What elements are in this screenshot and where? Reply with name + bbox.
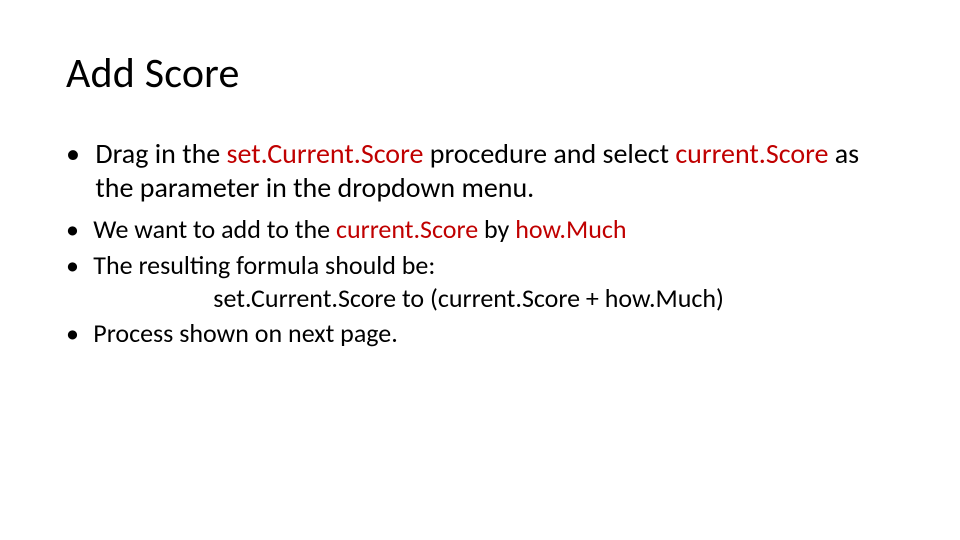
- keyword-setcurrentscore: set.Current.Score: [227, 136, 424, 171]
- keyword-currentscore: current.Score: [675, 136, 828, 171]
- text-fragment: Drag in the: [95, 136, 226, 171]
- bullet-icon: •: [66, 317, 93, 350]
- keyword-howmuch: how.Much: [515, 213, 626, 245]
- bullet-sub-2-text: The resulting formula should be: set.Cur…: [93, 249, 894, 316]
- slide: Add Score • Drag in the set.Current.Scor…: [0, 0, 960, 540]
- text-fragment: procedure and select: [423, 136, 675, 171]
- bullet-sub-2: • The resulting formula should be: set.C…: [66, 249, 894, 316]
- slide-body: • Drag in the set.Current.Score procedur…: [66, 137, 894, 350]
- bullet-icon: •: [66, 137, 95, 205]
- bullet-main-text: Drag in the set.Current.Score procedure …: [95, 137, 894, 205]
- bullet-sub-3-text: Process shown on next page.: [93, 317, 894, 350]
- bullet-main: • Drag in the set.Current.Score procedur…: [66, 137, 894, 205]
- slide-title: Add Score: [66, 48, 894, 99]
- sub-bullets: • We want to add to the current.Score by…: [66, 213, 894, 350]
- keyword-currentscore: current.Score: [336, 213, 478, 245]
- text-fragment: by: [478, 213, 515, 245]
- bullet-sub-1-text: We want to add to the current.Score by h…: [93, 213, 894, 246]
- text-line: The resulting formula should be:: [93, 249, 894, 282]
- bullet-sub-1: • We want to add to the current.Score by…: [66, 213, 894, 246]
- bullet-sub-3: • Process shown on next page.: [66, 317, 894, 350]
- bullet-icon: •: [66, 213, 93, 246]
- text-fragment: We want to add to the: [93, 213, 336, 245]
- formula-line: set.Current.Score to (current.Score + ho…: [93, 282, 894, 315]
- bullet-icon: •: [66, 249, 93, 316]
